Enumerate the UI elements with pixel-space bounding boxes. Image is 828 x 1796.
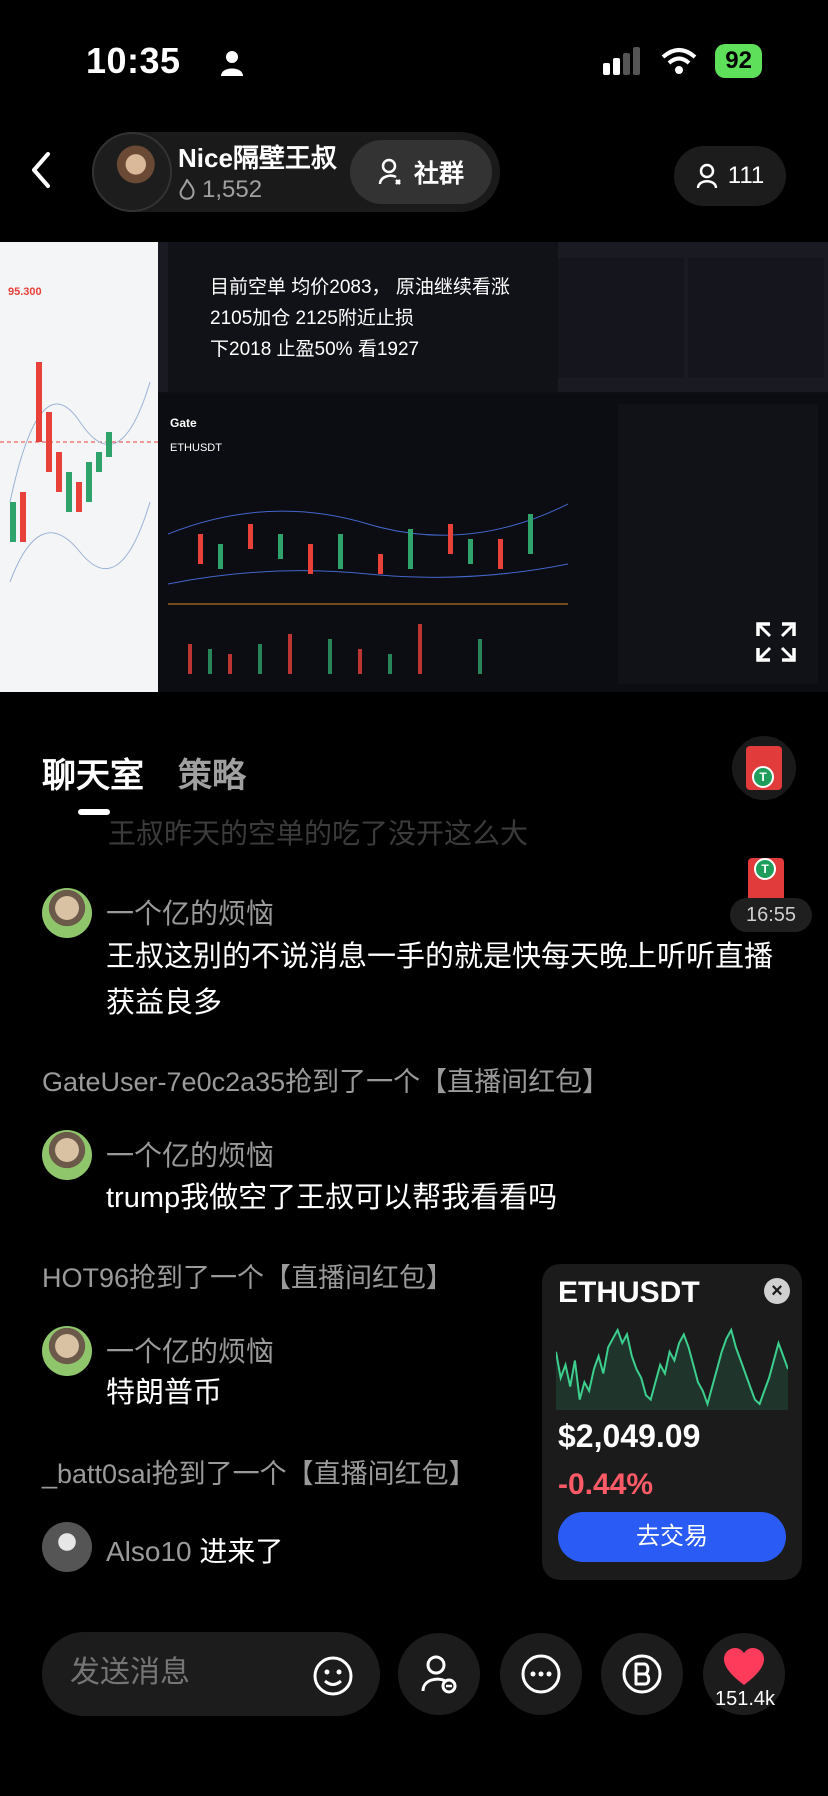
bonus-b-icon — [622, 1654, 662, 1694]
chat-message-line: 王叔这别的不说消息一手的就是快每天晚上听听直播 — [106, 941, 774, 973]
system-message: HOT96抢到了一个【直播间红包】 — [42, 1263, 454, 1293]
red-packet-timer: 16:55 — [730, 898, 812, 932]
host-avatar[interactable] — [92, 132, 172, 212]
avatar[interactable] — [42, 1522, 92, 1572]
ticker-symbol: ETHUSDT — [558, 1276, 700, 1309]
person-status-icon — [220, 50, 244, 81]
tab-chat[interactable]: 聊天室 — [42, 748, 144, 797]
viewer-count-value: 111 — [727, 162, 765, 189]
chat-username[interactable]: 一个亿的烦恼 — [106, 892, 274, 932]
avatar[interactable] — [42, 888, 92, 938]
like-count: 151.4k — [714, 1688, 776, 1710]
stream-exchange: Gate — [170, 416, 197, 430]
community-icon — [378, 158, 401, 185]
host-likes: 1,552 — [178, 176, 262, 204]
chat-message-line: 获益良多 — [106, 987, 223, 1019]
bonus-button[interactable] — [601, 1633, 683, 1715]
avatar[interactable] — [42, 1130, 92, 1180]
red-packet-icon: T — [748, 858, 784, 902]
host-name: Nice隔壁王叔 — [178, 143, 337, 173]
join-action: 进来了 — [199, 1536, 284, 1567]
ticker-sparkline — [556, 1327, 788, 1410]
tab-indicator — [78, 809, 110, 815]
red-packet-timed[interactable]: T — [748, 838, 784, 902]
join-username[interactable]: Also10 — [106, 1536, 192, 1567]
status-time: 10:35 — [86, 40, 181, 81]
stream-pair: ETHUSDT — [170, 442, 222, 454]
expand-icon — [756, 622, 796, 662]
chat-message: trump我做空了王叔可以帮我看看吗 — [106, 1182, 558, 1214]
stream-desktop-top: 目前空单 均价2083， 原油继续看涨 2105加仓 2125附近止损 下201… — [158, 242, 828, 392]
emoji-icon — [313, 1656, 353, 1696]
community-button[interactable]: 社群 — [350, 140, 492, 204]
ticker-price: $2,049.09 — [558, 1418, 701, 1454]
invite-button[interactable] — [398, 1633, 480, 1715]
live-stream-video[interactable]: 95.300 目前空单 均价2083， 原油继续看涨 2105加仓 2125附近… — [0, 242, 828, 692]
wifi-icon — [661, 48, 697, 74]
battery-indicator: 92 — [715, 44, 762, 78]
red-packet-button[interactable]: T — [732, 736, 796, 800]
faded-chat-message: 王叔昨天的空单的吃了没开这么大 — [108, 818, 529, 848]
chevron-left-icon — [32, 152, 50, 188]
person-icon — [696, 163, 717, 189]
more-icon — [521, 1654, 561, 1694]
community-label: 社群 — [413, 160, 464, 188]
ticker-change: -0.44% — [558, 1468, 654, 1501]
fullscreen-button[interactable] — [754, 620, 798, 664]
stream-phone-chart: 95.300 — [0, 242, 158, 692]
flame-icon — [179, 179, 195, 200]
chat-username[interactable]: 一个亿的烦恼 — [106, 1330, 274, 1370]
system-message: _batt0sai抢到了一个【直播间红包】 — [42, 1459, 476, 1489]
heart-icon — [724, 1648, 764, 1685]
trade-button[interactable]: 去交易 — [558, 1512, 786, 1562]
emoji-button[interactable] — [312, 1655, 354, 1702]
join-message: Also10 进来了 — [106, 1530, 283, 1570]
stream-desktop-chart: Gate ETHUSDT — [158, 394, 828, 692]
stream-candles — [168, 503, 568, 674]
signal-icon — [603, 47, 641, 75]
sparkline-area — [556, 1330, 788, 1410]
red-packet-icon: T — [746, 746, 782, 790]
host-likes-count: 1,552 — [202, 176, 263, 203]
phone-candles — [0, 362, 158, 583]
user-add-icon — [421, 1655, 457, 1694]
stream-overlay-line: 2105加仓 2125附近止损 — [210, 308, 414, 329]
close-icon[interactable]: × — [764, 1278, 790, 1304]
system-message: GateUser-7e0c2a35抢到了一个【直播间红包】 — [42, 1067, 610, 1097]
stream-overlay-line: 下2018 止盈50% 看1927 — [210, 339, 420, 360]
status-icons: 92 — [603, 44, 762, 78]
more-button[interactable] — [500, 1633, 582, 1715]
tab-strategy[interactable]: 策略 — [178, 748, 246, 797]
chat-message: 王叔这别的不说消息一手的就是快每天晚上听听直播 获益良多 — [106, 934, 773, 1026]
viewer-count[interactable]: 111 — [674, 146, 786, 206]
phone-price: 95.300 — [8, 286, 42, 298]
back-button[interactable] — [26, 150, 56, 190]
chat-username[interactable]: 一个亿的烦恼 — [106, 1134, 274, 1174]
stream-overlay-line: 目前空单 均价2083， 原油继续看涨 — [210, 277, 510, 298]
avatar[interactable] — [42, 1326, 92, 1376]
message-input[interactable] — [68, 1655, 292, 1691]
chat-message: 特朗普币 — [106, 1377, 223, 1409]
